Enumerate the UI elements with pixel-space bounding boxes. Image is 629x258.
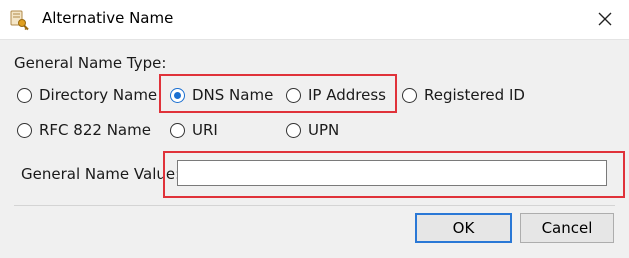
radio-registered-id[interactable]: Registered ID <box>402 86 525 104</box>
radio-button[interactable] <box>17 87 32 103</box>
radio-button[interactable] <box>170 87 185 103</box>
radio-button[interactable] <box>170 122 185 138</box>
radio-label: DNS Name <box>192 86 274 104</box>
close-icon[interactable] <box>595 9 615 29</box>
cancel-button[interactable]: Cancel <box>520 213 614 243</box>
radio-rfc822-name[interactable]: RFC 822 Name <box>17 121 151 139</box>
radio-button[interactable] <box>286 87 301 103</box>
radio-label: UPN <box>308 121 340 139</box>
radio-button[interactable] <box>402 87 417 103</box>
radio-button[interactable] <box>17 122 32 138</box>
radio-button[interactable] <box>286 122 301 138</box>
general-name-value-input[interactable] <box>177 160 607 186</box>
radio-label: IP Address <box>308 86 386 104</box>
radio-upn[interactable]: UPN <box>286 121 339 139</box>
title-bar: Alternative Name <box>0 0 629 40</box>
radio-dns-name[interactable]: DNS Name <box>170 86 273 104</box>
radio-label: Registered ID <box>424 86 525 104</box>
general-name-type-label: General Name Type: <box>14 54 167 72</box>
radio-label: RFC 822 Name <box>39 121 151 139</box>
radio-ip-address[interactable]: IP Address <box>286 86 386 104</box>
radio-label: Directory Name <box>39 86 158 104</box>
separator <box>14 205 615 206</box>
ok-button[interactable]: OK <box>415 213 512 243</box>
general-name-value-label: General Name Value: <box>21 165 181 183</box>
radio-label: URI <box>192 121 218 139</box>
radio-directory-name[interactable]: Directory Name <box>17 86 157 104</box>
window-title: Alternative Name <box>42 9 174 27</box>
certificate-key-icon <box>10 10 29 31</box>
radio-uri[interactable]: URI <box>170 121 218 139</box>
